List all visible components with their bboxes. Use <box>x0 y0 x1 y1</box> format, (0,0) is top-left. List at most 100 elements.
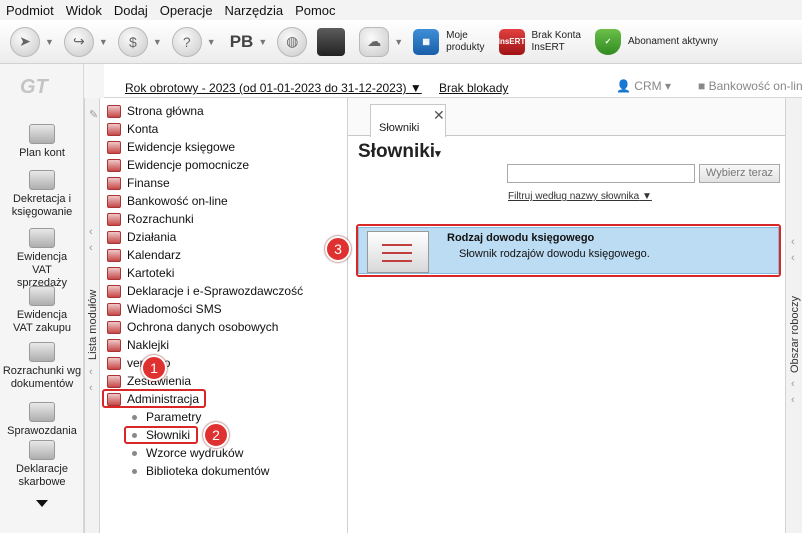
tree-item-finanse[interactable]: Finanse <box>104 174 170 192</box>
chevron-left-icon: ‹ <box>791 252 795 264</box>
workspace-strip[interactable]: ‹ ‹ Obszar roboczy ‹ ‹ <box>785 98 802 533</box>
tree-item-kartoteki[interactable]: Kartoteki <box>104 264 174 282</box>
annotation-badge-2: 2 <box>203 422 229 448</box>
globe-icon[interactable]: ◍ <box>277 26 308 57</box>
tree-item-ewidencje-ksiegowe[interactable]: Ewidencje księgowe <box>104 138 235 156</box>
tree-item-ochrona-danych[interactable]: Ochrona danych osobowych <box>104 318 278 336</box>
sprawozdania-button[interactable]: Sprawozdania <box>0 402 84 438</box>
tree-item-deklaracje[interactable]: Deklaracje i e-Sprawozdawczość <box>104 282 303 300</box>
declaration-icon <box>107 284 121 298</box>
rozrachunki-button[interactable]: Rozrachunki wg dokumentów <box>0 342 84 391</box>
tree-item-ewidencje-pomocnicze[interactable]: Ewidencje pomocnicze <box>104 156 249 174</box>
tax-declaration-icon <box>29 440 55 460</box>
tree-item-naklejki[interactable]: Naklejki <box>104 336 169 354</box>
caret-down-icon: ▼ <box>641 191 652 202</box>
chevron-left-icon: ‹ <box>791 394 795 406</box>
chevron-down-icon[interactable]: ▼ <box>207 37 216 47</box>
actions-icon <box>107 230 121 244</box>
tree-subitem-parametry[interactable]: Parametry <box>132 408 201 426</box>
dekretacja-button[interactable]: Dekretacja i księgowanie <box>0 170 84 219</box>
home-icon <box>107 104 121 118</box>
person-icon: 👤 <box>616 79 631 93</box>
calendar-icon <box>107 248 121 262</box>
chevron-down-icon[interactable]: ▼ <box>258 37 267 47</box>
module-list-strip[interactable]: ✎ ‹ ‹ Lista modułów ‹ ‹ <box>84 98 100 533</box>
tree-subitem-wzorce-wydrukow[interactable]: Wzorce wydruków <box>132 444 243 462</box>
chevron-left-icon: ‹ <box>89 242 93 254</box>
chevron-left-icon: ‹ <box>791 378 795 390</box>
menu-narzedzia[interactable]: Narzędzia <box>225 3 284 18</box>
blokady-link[interactable]: Brak blokady <box>439 81 508 95</box>
highlight-dictionary-row <box>356 224 781 277</box>
module-list-label: Lista modułów <box>87 289 99 360</box>
pb-button[interactable]: PB <box>230 32 254 52</box>
tree-item-kalendarz[interactable]: Kalendarz <box>104 246 181 264</box>
summary-icon <box>107 374 121 388</box>
brak-konta-button[interactable]: InsERT Brak Konta InsERT <box>498 28 581 55</box>
menu-bar: Podmiot Widok Dodaj Operacje Narzędzia P… <box>0 0 802 20</box>
ewidencja-vat-sprzedazy-button[interactable]: Ewidencja VAT sprzedaży <box>0 228 84 290</box>
chevron-down-icon[interactable]: ▼ <box>153 37 162 47</box>
crm-button[interactable]: 👤 CRM ▾ <box>616 79 671 93</box>
tree-item-dzialania[interactable]: Działania <box>104 228 176 246</box>
bankowosc-button[interactable]: ■ Bankowość on-line <box>698 79 802 93</box>
page-title[interactable]: Słowniki▾ <box>358 141 441 163</box>
filter-dropdown[interactable]: Filtruj według nazwy słownika ▼ <box>508 191 652 202</box>
shield-icon <box>107 320 121 334</box>
coins-icon <box>29 286 55 306</box>
annotation-badge-1: 1 <box>141 355 167 381</box>
insert-account-icon: InsERT <box>498 28 525 55</box>
fiscal-year-selector[interactable]: Rok obrotowy - 2023 (od 01-01-2023 do 31… <box>125 81 422 95</box>
caret-down-icon: ▾ <box>435 148 441 160</box>
coins-icon[interactable]: $ <box>117 26 148 57</box>
cloud-icon[interactable]: ☁ <box>359 26 390 57</box>
module-tree: Strona główna Konta Ewidencje księgowe E… <box>104 98 348 533</box>
deklaracje-skarbowe-button[interactable]: Deklaracje skarbowe <box>0 440 84 489</box>
close-icon[interactable]: ✕ <box>433 107 445 124</box>
sticker-icon <box>107 338 121 352</box>
tree-subitem-biblioteka[interactable]: Biblioteka dokumentów <box>132 462 269 480</box>
chevron-down-icon[interactable]: ▼ <box>45 37 54 47</box>
gt-logo: GT <box>20 76 48 98</box>
search-input[interactable] <box>507 164 695 183</box>
menu-pomoc[interactable]: Pomoc <box>295 3 335 18</box>
tab-bar: Słowniki ✕ <box>348 98 785 137</box>
reports-icon <box>29 402 55 422</box>
tree-item-rozrachunki[interactable]: Rozrachunki <box>104 210 194 228</box>
left-icon-panel: GT Plan kont Dekretacja i księgowanie Ew… <box>0 64 84 533</box>
tree-item-sms[interactable]: Wiadomości SMS <box>104 300 222 318</box>
eraser-icon <box>107 158 121 172</box>
chart-of-accounts-icon <box>29 124 55 144</box>
chevron-left-icon: ‹ <box>791 236 795 248</box>
tab-slowniki[interactable]: Słowniki ✕ <box>370 104 446 137</box>
menu-dodaj[interactable]: Dodaj <box>114 3 148 18</box>
box-icon[interactable] <box>317 27 346 56</box>
workspace-label: Obszar roboczy <box>789 295 801 373</box>
products-icon: ▦ <box>413 28 440 55</box>
shield-check-icon: ✓ <box>595 28 621 55</box>
accounts-icon <box>107 122 121 136</box>
menu-widok[interactable]: Widok <box>66 3 102 18</box>
help-icon[interactable]: ? <box>171 26 202 57</box>
menu-podmiot[interactable]: Podmiot <box>6 3 54 18</box>
forward-icon[interactable]: ↪ <box>63 26 94 57</box>
chevron-down-icon[interactable]: ▼ <box>394 37 403 47</box>
vendero-icon <box>107 356 121 370</box>
send-icon[interactable]: ➤ <box>10 26 40 57</box>
abonament-button[interactable]: ✓ Abonament aktywny <box>595 28 718 55</box>
files-icon <box>107 266 121 280</box>
tree-item-strona-glowna[interactable]: Strona główna <box>104 102 204 120</box>
coins-icon <box>29 228 55 248</box>
tree-item-bankowosc[interactable]: Bankowość on-line <box>104 192 228 210</box>
menu-operacje[interactable]: Operacje <box>160 3 213 18</box>
ewidencja-vat-zakupu-button[interactable]: Ewidencja VAT zakupu <box>0 286 84 335</box>
plan-kont-button[interactable]: Plan kont <box>0 124 84 160</box>
chevron-down-icon[interactable]: ▼ <box>99 37 108 47</box>
scroll-down-icon[interactable] <box>36 500 48 507</box>
header-strip: Rok obrotowy - 2023 (od 01-01-2023 do 31… <box>104 64 802 98</box>
wybierz-teraz-button[interactable]: Wybierz teraz <box>699 164 780 183</box>
workspace: Słowniki ✕ Słowniki▾ Wybierz teraz Filtr… <box>348 98 785 533</box>
pin-icon[interactable]: ✎ <box>89 108 98 121</box>
moje-produkty-button[interactable]: ▦ Moje produkty <box>413 28 485 55</box>
tree-item-konta[interactable]: Konta <box>104 120 158 138</box>
